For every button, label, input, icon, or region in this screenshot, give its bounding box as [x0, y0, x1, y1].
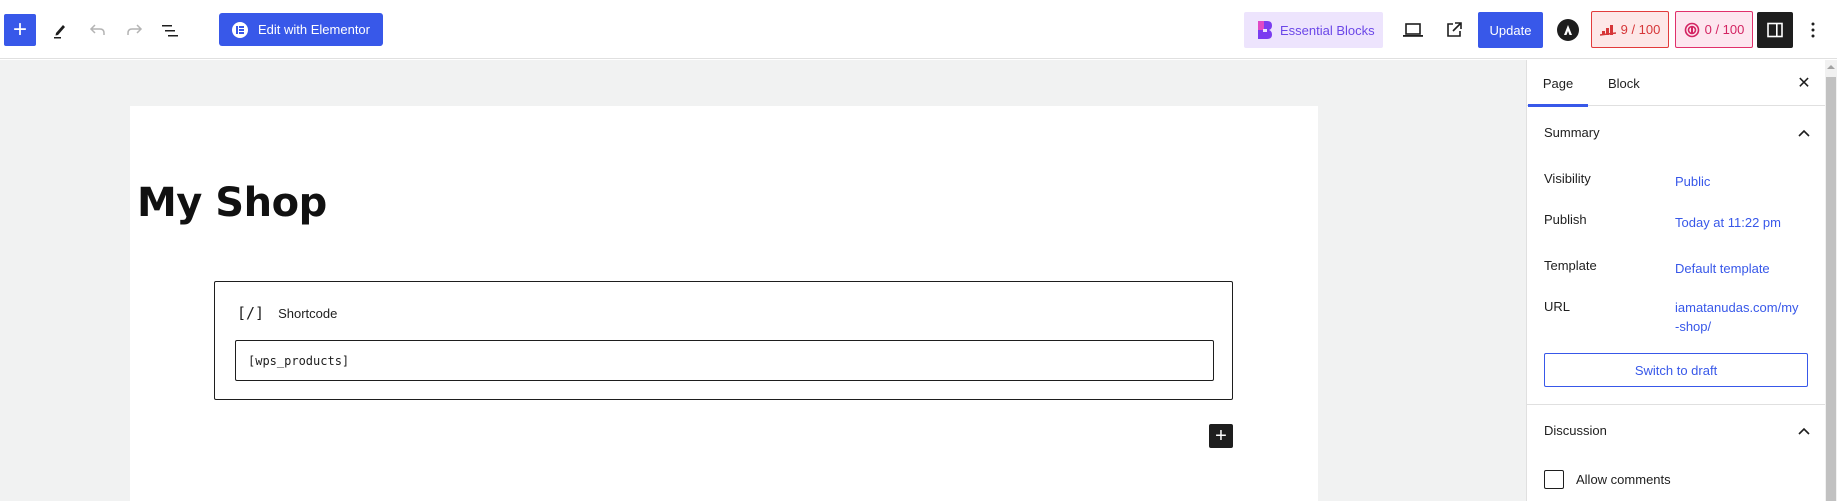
discussion-panel-title[interactable]: Discussion — [1544, 423, 1607, 438]
discussion-collapse-button[interactable] — [1792, 421, 1816, 441]
external-link-icon — [1447, 22, 1462, 37]
page-title[interactable]: My Shop — [137, 180, 327, 226]
elementor-button-label: Edit with Elementor — [258, 22, 370, 37]
tab-block[interactable]: Block — [1604, 60, 1644, 106]
scrollbar-thumb[interactable] — [1826, 77, 1836, 501]
sidebar-toggle-icon — [1767, 22, 1783, 38]
tab-page[interactable]: Page — [1528, 60, 1588, 107]
editor-header: + Edit with Elementor Essential Blocks U… — [0, 0, 1837, 59]
scroll-up-arrow-icon[interactable] — [1827, 65, 1835, 69]
allow-comments-label[interactable]: Allow comments — [1576, 472, 1671, 487]
readability-score-value: 0 / 100 — [1704, 22, 1745, 37]
seo-score-badge[interactable]: 9 / 100 — [1591, 11, 1669, 48]
panel-divider — [1527, 404, 1826, 405]
template-value[interactable]: Default template — [1675, 259, 1805, 278]
summary-collapse-button[interactable] — [1792, 123, 1816, 143]
shortcode-input[interactable]: [wps_products] — [235, 340, 1214, 381]
redo-icon — [127, 24, 143, 35]
astra-logo-icon[interactable] — [1557, 19, 1579, 41]
allow-comments-checkbox[interactable] — [1544, 470, 1564, 489]
undo-icon — [89, 24, 105, 35]
chevron-up-icon — [1798, 427, 1810, 435]
close-sidebar-button[interactable]: ✕ — [1792, 71, 1816, 95]
chevron-up-icon — [1798, 129, 1810, 137]
list-view-icon — [162, 25, 178, 37]
readability-score-badge[interactable]: 0 / 100 — [1675, 11, 1753, 48]
shortcode-icon: [/] — [237, 304, 265, 322]
publish-value[interactable]: Today at 11:22 pm — [1675, 213, 1805, 232]
kebab-menu-icon — [1811, 22, 1815, 38]
settings-sidebar: Page Block ✕ Summary Visibility Public P… — [1526, 60, 1826, 501]
shortcode-block-label: Shortcode — [278, 305, 338, 321]
publish-label: Publish — [1544, 212, 1587, 227]
template-label: Template — [1544, 258, 1597, 273]
summary-panel-title[interactable]: Summary — [1544, 125, 1600, 140]
tools-button[interactable] — [44, 14, 76, 46]
plus-icon: + — [12, 16, 27, 43]
block-inserter-button[interactable]: + — [4, 14, 36, 46]
readability-target-icon — [1684, 22, 1699, 37]
seo-score-value: 9 / 100 — [1620, 22, 1661, 37]
sidebar-scrollbar[interactable] — [1825, 60, 1837, 501]
elementor-logo-icon — [232, 21, 248, 38]
url-label: URL — [1544, 299, 1571, 314]
plus-icon: + — [1215, 424, 1227, 447]
shortcode-block[interactable]: [/] Shortcode [wps_products] — [214, 281, 1233, 400]
seo-chart-icon — [1599, 24, 1616, 36]
document-overview-button[interactable] — [154, 14, 186, 46]
sidebar-tabs: Page Block ✕ — [1527, 60, 1826, 107]
settings-sidebar-toggle[interactable] — [1757, 12, 1793, 48]
view-page-button[interactable] — [1436, 12, 1472, 48]
preview-button[interactable] — [1395, 12, 1431, 48]
visibility-label: Visibility — [1544, 171, 1591, 186]
visibility-value[interactable]: Public — [1675, 172, 1805, 191]
add-block-button[interactable]: + — [1209, 424, 1233, 448]
shortcode-block-header: [/] Shortcode — [237, 304, 337, 322]
update-button[interactable]: Update — [1478, 12, 1543, 48]
essential-blocks-label: Essential Blocks — [1280, 22, 1375, 38]
switch-to-draft-button[interactable]: Switch to draft — [1544, 353, 1808, 387]
url-value[interactable]: iamatanudas.com/my-shop/ — [1675, 298, 1800, 336]
undo-button[interactable] — [82, 14, 114, 46]
options-menu-button[interactable] — [1801, 12, 1825, 48]
redo-button[interactable] — [118, 14, 150, 46]
essential-blocks-logo-icon — [1258, 21, 1272, 39]
pencil-icon — [54, 25, 65, 39]
close-icon: ✕ — [1797, 75, 1811, 92]
edit-with-elementor-button[interactable]: Edit with Elementor — [219, 13, 383, 46]
laptop-icon — [1403, 23, 1423, 37]
essential-blocks-button[interactable]: Essential Blocks — [1244, 12, 1383, 48]
